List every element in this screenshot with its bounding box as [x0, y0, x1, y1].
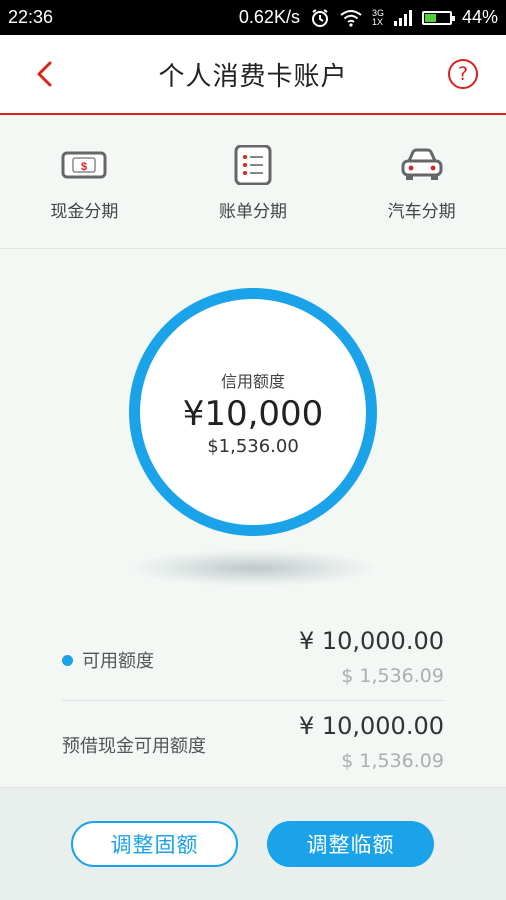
adjust-fixed-limit-button[interactable]: 调整固额	[71, 821, 238, 867]
available-credit-name: 可用额度	[62, 647, 154, 673]
divider	[62, 700, 444, 701]
cash-advance-amount: ¥ 10,000.00	[298, 712, 444, 740]
available-credit-amount: ¥ 10,000.00	[298, 627, 444, 655]
blue-dot-icon	[62, 654, 73, 666]
status-icons: 0.62K/s 3G 1X 44%	[239, 7, 498, 28]
wifi-icon	[340, 9, 362, 27]
cash-icon: $	[61, 151, 107, 179]
status-time: 22:36	[8, 7, 54, 27]
available-credit-row: 可用额度 ¥ 10,000.00 $ 1,536.09	[62, 625, 444, 695]
credit-limit-label: 信用额度	[220, 371, 285, 391]
installment-shortcuts: $ 现金分期 账单分期 汽车分期	[0, 117, 506, 249]
credit-limit-panel: 信用额度 ¥10,000 $1,536.00	[0, 250, 506, 600]
shortcut-cash-installment[interactable]: $ 现金分期	[0, 117, 169, 248]
car-icon	[401, 148, 443, 180]
network-type: 3G 1X	[371, 7, 384, 27]
cash-advance-name: 预借现金可用额度	[62, 736, 206, 757]
credit-limit-usd: $1,536.00	[207, 435, 299, 457]
ring-shadow	[133, 550, 373, 586]
bill-icon	[234, 145, 272, 185]
cash-advance-row: 预借现金可用额度 ¥ 10,000.00 $ 1,536.09	[62, 710, 444, 780]
signal-icon	[393, 9, 412, 26]
action-bar: 调整固额 调整临额	[0, 787, 506, 900]
shortcut-label: 现金分期	[50, 202, 119, 222]
status-bar: 22:36 0.62K/s 3G 1X 44%	[0, 0, 506, 35]
shortcut-car-installment[interactable]: 汽车分期	[337, 117, 506, 248]
credit-limit-ring: 信用额度 ¥10,000 $1,536.00	[129, 288, 377, 536]
battery-icon	[421, 10, 455, 25]
cash-advance-usd: $ 1,536.09	[341, 750, 444, 772]
adjust-temporary-limit-button[interactable]: 调整临额	[267, 821, 434, 867]
help-icon[interactable]: ?	[448, 59, 478, 89]
back-icon[interactable]	[30, 59, 60, 89]
shortcut-label: 账单分期	[219, 202, 287, 222]
shortcut-label: 汽车分期	[387, 202, 456, 222]
title-bar: 个人消费卡账户 ?	[0, 35, 506, 115]
page-title: 个人消费卡账户	[158, 61, 348, 92]
alarm-icon	[311, 8, 328, 27]
battery-percent: 44%	[461, 7, 498, 27]
network-speed: 0.62K/s	[238, 7, 300, 27]
svg-text:$: $	[81, 161, 87, 173]
available-credit-usd: $ 1,536.09	[341, 665, 444, 687]
shortcut-bill-installment[interactable]: 账单分期	[169, 117, 338, 248]
credit-limit-amount: ¥10,000	[182, 393, 324, 434]
